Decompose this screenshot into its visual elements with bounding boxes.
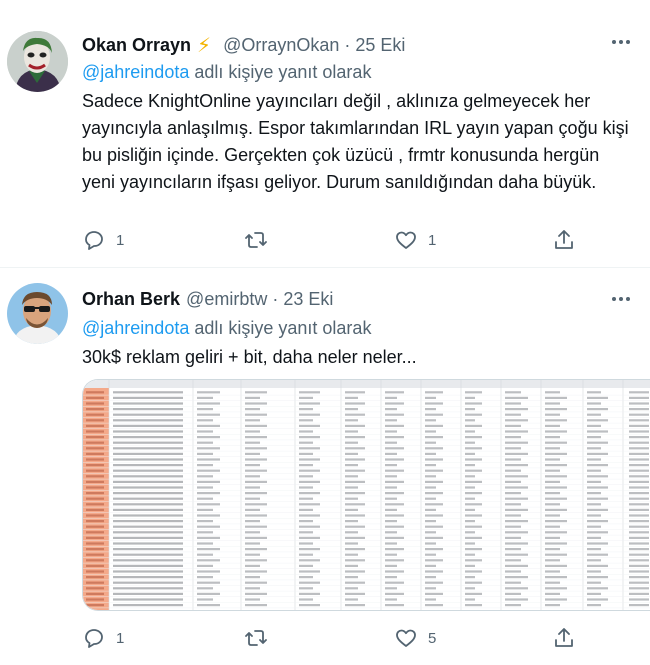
share-button[interactable] (552, 626, 576, 650)
more-icon[interactable] (606, 287, 636, 311)
lightning-bolt-icon: ⚡ (197, 35, 212, 57)
separator: · (272, 289, 279, 309)
like-count: 1 (428, 231, 437, 249)
tweet-actions: 1 5 (82, 626, 650, 656)
tweet-text: 30k$ reklam geliri + bit, daha neler nel… (82, 347, 417, 367)
reply-count: 1 (116, 231, 125, 249)
share-icon (555, 230, 573, 249)
user-handle[interactable]: @emirbtw (186, 289, 267, 310)
share-icon (555, 628, 573, 647)
tweet[interactable]: Orhan Berk @emirbtw · 23 Eki @jahreindot… (0, 269, 650, 665)
reply-mention-link[interactable]: @jahreindota (82, 318, 189, 338)
retweet-button[interactable] (244, 626, 278, 650)
retweet-icon (245, 630, 267, 646)
retweet-icon (245, 232, 267, 248)
reply-context: @jahreindota adlı kişiye yanıt olarak (82, 318, 371, 339)
avatar[interactable] (7, 31, 68, 92)
more-icon[interactable] (606, 30, 636, 54)
display-name[interactable]: Okan Orrayn (82, 35, 191, 56)
reply-button[interactable]: 1 (82, 228, 124, 252)
user-handle[interactable]: @OrraynOkan (223, 35, 339, 56)
reply-mention-link[interactable]: @jahreindota (82, 62, 189, 82)
like-count: 5 (428, 629, 437, 647)
share-button[interactable] (552, 228, 576, 252)
avatar[interactable] (7, 283, 68, 344)
tweet-actions: 1 1 (82, 228, 650, 258)
spreadsheet-screenshot (83, 380, 650, 610)
like-button[interactable]: 1 (394, 228, 436, 252)
tweet-text: Sadece KnightOnline yayıncıları değil , … (82, 91, 629, 192)
tweet-date[interactable]: 25 Eki (355, 35, 405, 56)
tweet-date[interactable]: 23 Eki (283, 289, 333, 310)
like-icon (396, 231, 416, 249)
reply-count: 1 (116, 629, 125, 647)
like-button[interactable]: 5 (394, 626, 436, 650)
reply-context-label: adlı kişiye yanıt olarak (194, 62, 372, 82)
tweet-image[interactable] (82, 379, 650, 611)
reply-icon (85, 629, 103, 648)
tweet[interactable]: Okan Orrayn ⚡ @OrraynOkan · 25 Eki @jahr… (0, 0, 650, 268)
retweet-button[interactable] (244, 228, 278, 252)
separator: · (344, 35, 351, 55)
like-icon (396, 629, 416, 647)
reply-button[interactable]: 1 (82, 626, 124, 650)
display-name[interactable]: Orhan Berk (82, 289, 180, 310)
reply-context: @jahreindota adlı kişiye yanıt olarak (82, 62, 371, 83)
reply-icon (85, 231, 103, 250)
reply-context-label: adlı kişiye yanıt olarak (194, 318, 372, 338)
